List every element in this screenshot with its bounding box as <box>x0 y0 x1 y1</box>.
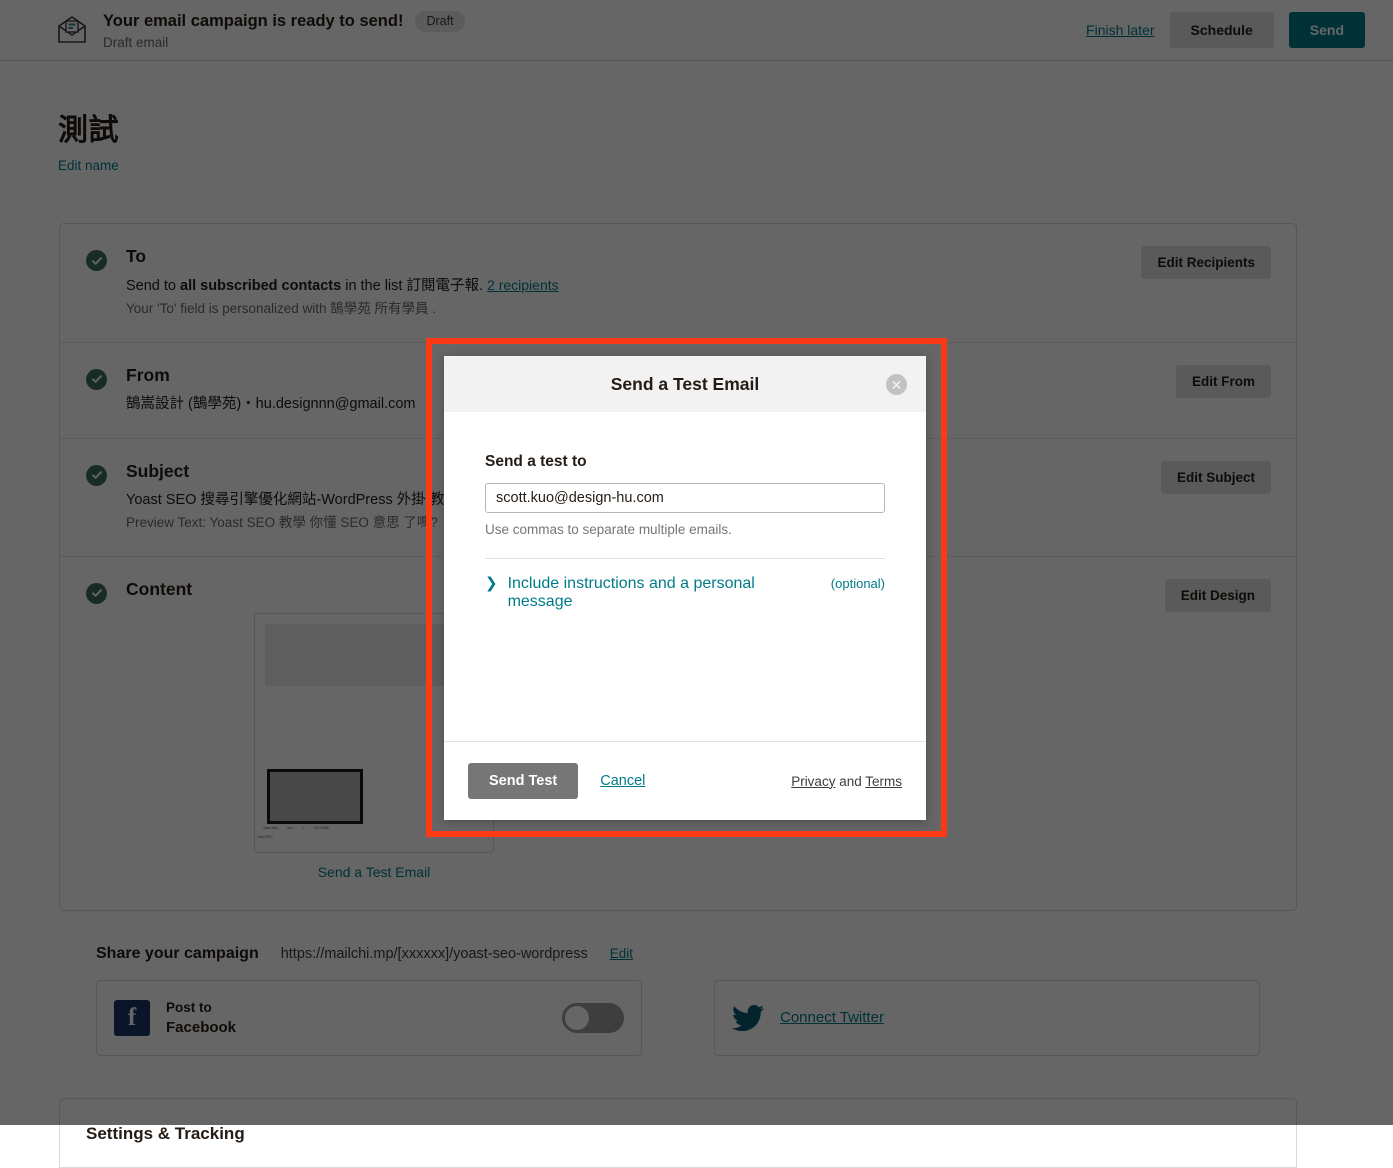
terms-link[interactable]: Terms <box>865 774 902 789</box>
send-test-email-modal: Send a Test Email ✕ Send a test to Use c… <box>444 356 926 820</box>
send-test-button[interactable]: Send Test <box>468 763 578 799</box>
modal-footer: Send Test Cancel Privacy and Terms <box>444 741 926 820</box>
include-message-accordion[interactable]: ❯ Include instructions and a personal me… <box>485 559 885 611</box>
legal-and: and <box>835 774 865 789</box>
modal-header: Send a Test Email ✕ <box>444 356 926 412</box>
modal-title: Send a Test Email <box>611 374 759 395</box>
close-icon[interactable]: ✕ <box>886 374 907 395</box>
test-email-input[interactable] <box>485 483 885 513</box>
send-test-to-label: Send a test to <box>485 453 885 471</box>
privacy-link[interactable]: Privacy <box>791 774 835 789</box>
include-message-label: Include instructions and a personal mess… <box>508 575 817 611</box>
settings-tracking-title: Settings & Tracking <box>86 1124 1270 1144</box>
legal-text: Privacy and Terms <box>791 774 902 789</box>
modal-body: Send a test to Use commas to separate mu… <box>444 412 926 741</box>
include-message-optional: (optional) <box>831 576 885 591</box>
cancel-link[interactable]: Cancel <box>600 773 645 789</box>
email-help-text: Use commas to separate multiple emails. <box>485 522 885 537</box>
chevron-right-icon: ❯ <box>485 576 498 591</box>
